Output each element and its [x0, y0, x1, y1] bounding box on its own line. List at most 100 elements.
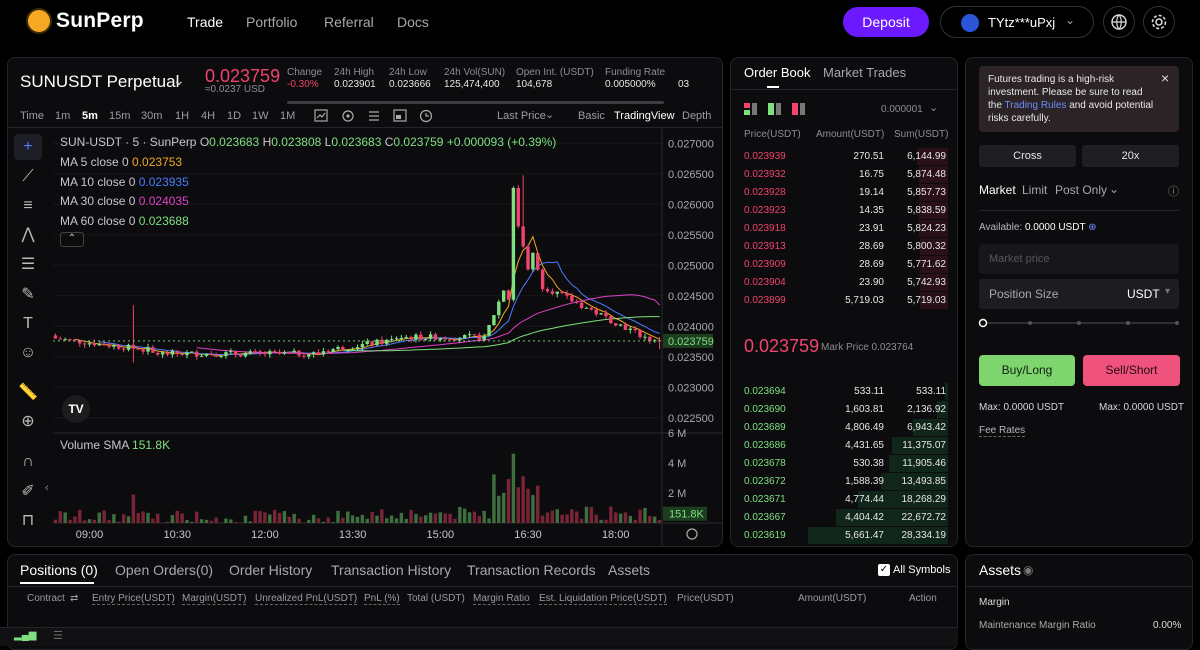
asks-row[interactable]: 0.02392819.145,857.73: [744, 184, 946, 202]
close-icon[interactable]: ×: [1161, 70, 1169, 86]
interval-1m[interactable]: 1m: [55, 110, 70, 122]
asks-row[interactable]: 0.02391328.695,800.32: [744, 238, 946, 256]
lock-icon[interactable]: ⊓: [14, 508, 42, 534]
order-type-limit[interactable]: Limit: [1022, 183, 1047, 197]
asks-row[interactable]: 0.023939270.516,144.99: [744, 148, 946, 166]
tab-transaction-history[interactable]: Transaction History: [331, 562, 451, 578]
bids-row[interactable]: 0.0236864,431.6511,375.07: [744, 437, 946, 455]
stats-scrollbar[interactable]: [287, 101, 664, 104]
order-type-post-only[interactable]: Post Only: [1055, 183, 1107, 197]
tab-assets[interactable]: Assets: [608, 562, 650, 578]
chart-settings-icon[interactable]: [687, 529, 697, 539]
chevron-down-icon[interactable]: ⌄: [545, 108, 554, 121]
tab-market-trades[interactable]: Market Trades: [823, 65, 906, 80]
tab-positions[interactable]: Positions (0): [20, 562, 98, 578]
ruler-icon[interactable]: 📏: [14, 380, 42, 406]
interval-5m[interactable]: 5m: [82, 110, 98, 122]
eye-icon[interactable]: ◉: [1023, 563, 1033, 577]
both-sides-icon[interactable]: [744, 103, 757, 115]
clock-icon[interactable]: [421, 111, 432, 122]
tab-open-orders[interactable]: Open Orders(0): [115, 562, 213, 578]
order-type-market[interactable]: Market: [979, 183, 1016, 197]
sell-short-button[interactable]: Sell/Short: [1083, 355, 1180, 386]
price-source-select[interactable]: Last Price: [497, 110, 546, 122]
chevron-down-icon[interactable]: ▾: [1165, 286, 1170, 297]
text-tool-icon[interactable]: T: [14, 311, 42, 337]
bids-row[interactable]: 0.023678530.3811,905.46: [744, 455, 946, 473]
precision-select[interactable]: 0.000001: [881, 104, 923, 115]
bids-row[interactable]: 0.0236195,661.4728,334.19: [744, 527, 946, 545]
brand-name[interactable]: SunPerp: [56, 9, 144, 33]
fib-icon[interactable]: ☰: [14, 252, 42, 278]
nav-portfolio[interactable]: Portfolio: [246, 14, 297, 30]
interval-4H[interactable]: 4H: [201, 110, 215, 122]
trendline-icon[interactable]: ⟋: [14, 164, 42, 190]
brush-icon[interactable]: ✎: [14, 282, 42, 308]
price-chart[interactable]: 0.0270000.0265000.0260000.0255000.025000…: [53, 128, 722, 546]
nav-docs[interactable]: Docs: [397, 14, 429, 30]
symbol-selector[interactable]: SUNUSDT Perpetual: [20, 72, 179, 92]
interval-1W[interactable]: 1W: [252, 110, 269, 122]
view-basic[interactable]: Basic: [578, 110, 605, 122]
collapse-legend-icon[interactable]: ⌃: [60, 232, 84, 247]
view-tradingview[interactable]: TradingView: [614, 110, 675, 122]
interval-1D[interactable]: 1D: [227, 110, 241, 122]
pattern-icon[interactable]: ⋀: [14, 222, 42, 248]
nav-referral[interactable]: Referral: [324, 14, 374, 30]
tradingview-logo[interactable]: TV: [62, 395, 90, 423]
bids-row[interactable]: 0.0236721,588.3913,493.85: [744, 473, 946, 491]
interval-15m[interactable]: 15m: [109, 110, 130, 122]
size-unit-select[interactable]: USDT: [1127, 287, 1160, 301]
sort-icon[interactable]: ⇄: [70, 593, 78, 604]
bids-row[interactable]: 0.023694533.11533.11: [744, 383, 946, 401]
collapse-toolbar-icon[interactable]: ‹: [45, 482, 49, 494]
settings-icon[interactable]: [343, 111, 353, 121]
tab-order-history[interactable]: Order History: [229, 562, 312, 578]
margin-mode-button[interactable]: Cross: [979, 145, 1076, 167]
zoom-in-icon[interactable]: ⊕: [14, 409, 42, 435]
bids-row[interactable]: 0.0236714,774.4418,268.29: [744, 491, 946, 509]
leverage-button[interactable]: 20x: [1082, 145, 1179, 167]
fee-rates-link[interactable]: Fee Rates: [979, 425, 1025, 437]
asks-row[interactable]: 0.02393216.755,874.48: [744, 166, 946, 184]
chevron-down-icon[interactable]: ⌄: [929, 101, 938, 114]
chevron-down-icon[interactable]: ⌄: [173, 72, 185, 89]
magnet-icon[interactable]: ∩: [14, 449, 42, 475]
deposit-button[interactable]: Deposit: [843, 7, 929, 37]
interval-1H[interactable]: 1H: [175, 110, 189, 122]
position-size-input[interactable]: Position Size USDT ▾: [979, 279, 1179, 309]
transfer-icon[interactable]: ⊕: [1088, 222, 1096, 233]
indicator-icon[interactable]: [315, 110, 327, 121]
settings-button[interactable]: [1143, 6, 1175, 38]
language-globe-button[interactable]: [1103, 6, 1135, 38]
bids-row[interactable]: 0.0236894,806.496,943.42: [744, 419, 946, 437]
interval-1M[interactable]: 1M: [280, 110, 295, 122]
bids-only-icon[interactable]: [768, 103, 781, 115]
layout-icon[interactable]: [394, 110, 406, 121]
checkbox-all-symbols[interactable]: ✓: [878, 564, 890, 576]
asks-row[interactable]: 0.0238995,719.035,719.03: [744, 292, 946, 310]
crosshair-icon[interactable]: +: [14, 134, 42, 160]
asks-row[interactable]: 0.02390423.905,742.93: [744, 274, 946, 292]
tab-transaction-records[interactable]: Transaction Records: [467, 562, 596, 578]
chevron-down-icon[interactable]: ⌄: [1109, 182, 1119, 196]
price-input[interactable]: Market price: [979, 244, 1179, 274]
asks-row[interactable]: 0.02390928.695,771.62: [744, 256, 946, 274]
asks-row[interactable]: 0.02391823.915,824.23: [744, 220, 946, 238]
lock-draw-icon[interactable]: ✐: [14, 479, 42, 505]
trading-rules-link[interactable]: Trading Rules: [1005, 100, 1067, 111]
view-depth[interactable]: Depth: [682, 110, 711, 122]
info-icon[interactable]: ⓘ: [1168, 183, 1179, 199]
size-slider[interactable]: [978, 316, 1182, 330]
bids-row[interactable]: 0.0236901,603.812,136.92: [744, 401, 946, 419]
interval-30m[interactable]: 30m: [141, 110, 162, 122]
list-icon[interactable]: [369, 112, 379, 120]
wallet-button[interactable]: TYtz***uPxj ⌄: [940, 6, 1094, 38]
logo-icon[interactable]: [26, 8, 52, 34]
bids-row[interactable]: 0.0236674,404.4222,672.72: [744, 509, 946, 527]
asks-row[interactable]: 0.02392314.355,838.59: [744, 202, 946, 220]
tab-order-book[interactable]: Order Book: [744, 65, 810, 80]
buy-long-button[interactable]: Buy/Long: [979, 355, 1075, 386]
menu-icon[interactable]: ☰: [53, 629, 63, 642]
nav-trade[interactable]: Trade: [187, 14, 223, 30]
